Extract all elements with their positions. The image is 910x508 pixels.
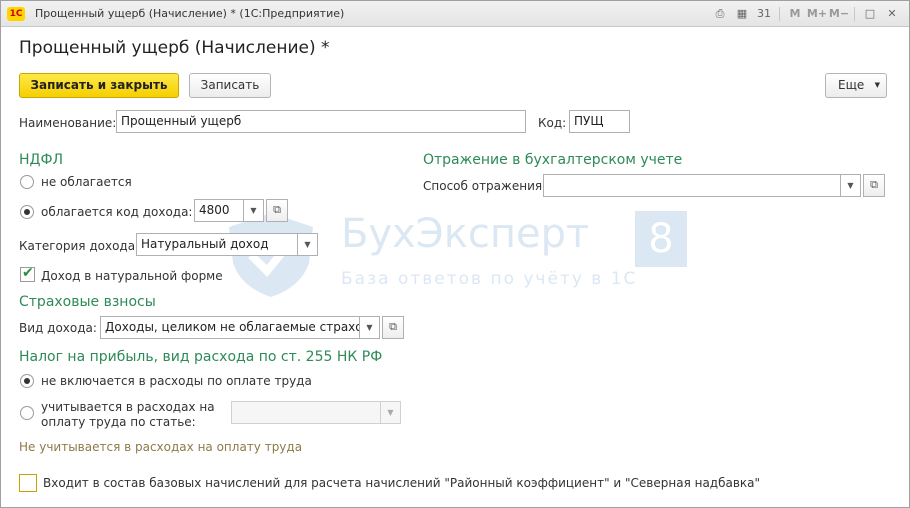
save-and-close-button[interactable]: Записать и закрыть: [19, 73, 179, 98]
ndfl-not-taxed-radio[interactable]: [20, 175, 34, 189]
accounting-method-dropdown-icon[interactable]: ▼: [841, 174, 861, 197]
income-code-label: код дохода:: [116, 205, 193, 219]
window-title: Прощенный ущерб (Начисление) * (1С:Предп…: [35, 7, 345, 20]
insurance-heading: Страховые взносы: [19, 294, 156, 310]
income-category-input[interactable]: Натуральный доход: [136, 233, 298, 256]
accounting-method-open-icon[interactable]: ⧉: [863, 174, 885, 197]
code-label: Код:: [538, 116, 567, 130]
toolbar-divider: [779, 7, 780, 21]
more-button-label: Еще: [838, 78, 865, 92]
income-code-input[interactable]: 4800: [194, 199, 244, 222]
income-category-dropdown-icon[interactable]: ▼: [298, 233, 318, 256]
memory-m-icon[interactable]: M: [784, 5, 806, 23]
profit-tax-included-label-line2[interactable]: оплату труда по статье:: [41, 415, 196, 429]
profit-tax-note: Не учитывается в расходах на оплату труд…: [19, 440, 303, 454]
income-code-dropdown-icon[interactable]: ▼: [244, 199, 264, 222]
natural-form-label[interactable]: Доход в натуральной форме: [41, 269, 223, 283]
code-input[interactable]: ПУЩ: [569, 110, 630, 133]
page-title: Прощенный ущерб (Начисление) *: [19, 38, 330, 58]
profit-tax-not-included-radio[interactable]: [20, 374, 34, 388]
app-window: 1С Прощенный ущерб (Начисление) * (1С:Пр…: [0, 0, 910, 508]
accounting-heading: Отражение в бухгалтерском учете: [423, 152, 683, 168]
watermark-subtitle: База ответов по учёту в 1С: [341, 269, 638, 289]
memory-m-minus-icon[interactable]: M−: [828, 5, 850, 23]
profit-tax-not-included-label[interactable]: не включается в расходы по оплате труда: [41, 374, 312, 388]
maximize-icon[interactable]: □: [859, 5, 881, 23]
expense-article-input[interactable]: [231, 401, 381, 424]
profit-tax-included-label-line1[interactable]: учитывается в расходах на: [41, 400, 215, 414]
calendar-icon[interactable]: 31: [753, 5, 775, 23]
close-icon[interactable]: ✕: [881, 5, 903, 23]
accounting-method-input[interactable]: [543, 174, 841, 197]
ndfl-taxed-label[interactable]: облагается: [41, 205, 113, 219]
ndfl-taxed-radio[interactable]: [20, 205, 34, 219]
natural-form-checkbox[interactable]: [20, 265, 35, 282]
insurance-income-type-open-icon[interactable]: ⧉: [382, 316, 404, 339]
ndfl-not-taxed-label[interactable]: не облагается: [41, 175, 132, 189]
name-label: Наименование:: [19, 116, 117, 130]
name-input[interactable]: Прощенный ущерб: [116, 110, 526, 133]
accounting-method-label: Способ отражения:: [423, 179, 547, 193]
title-bar: 1С Прощенный ущерб (Начисление) * (1С:Пр…: [1, 1, 909, 27]
insurance-income-type-dropdown-icon[interactable]: ▼: [360, 316, 380, 339]
expense-article-dropdown-icon[interactable]: ▼: [381, 401, 401, 424]
dropdown-arrow-icon: ▼: [874, 81, 880, 89]
print-icon[interactable]: ⎙: [709, 5, 731, 23]
insurance-income-type-label: Вид дохода:: [19, 321, 97, 335]
income-category-label: Категория дохода:: [19, 239, 140, 253]
insurance-income-type-input[interactable]: Доходы, целиком не облагаемые страховы: [100, 316, 360, 339]
ndfl-heading: НДФЛ: [19, 152, 64, 168]
calculator-icon[interactable]: ▦: [731, 5, 753, 23]
base-accruals-label[interactable]: Входит в состав базовых начислений для р…: [43, 476, 760, 490]
base-accruals-checkbox[interactable]: [19, 474, 37, 492]
more-menu-button[interactable]: Еще ▼: [825, 73, 887, 98]
memory-m-plus-icon[interactable]: M+: [806, 5, 828, 23]
income-code-open-icon[interactable]: ⧉: [266, 199, 288, 222]
profit-tax-included-radio[interactable]: [20, 406, 34, 420]
toolbar-divider: [854, 7, 855, 21]
1c-logo-icon: 1С: [7, 7, 25, 21]
watermark-digit: 8: [635, 211, 687, 267]
title-bar-tools: ⎙ ▦ 31 M M+ M− □ ✕: [709, 5, 903, 23]
save-button[interactable]: Записать: [189, 73, 271, 98]
watermark-title: БухЭксперт: [341, 211, 590, 257]
profit-tax-heading: Налог на прибыль, вид расхода по ст. 255…: [19, 349, 383, 365]
